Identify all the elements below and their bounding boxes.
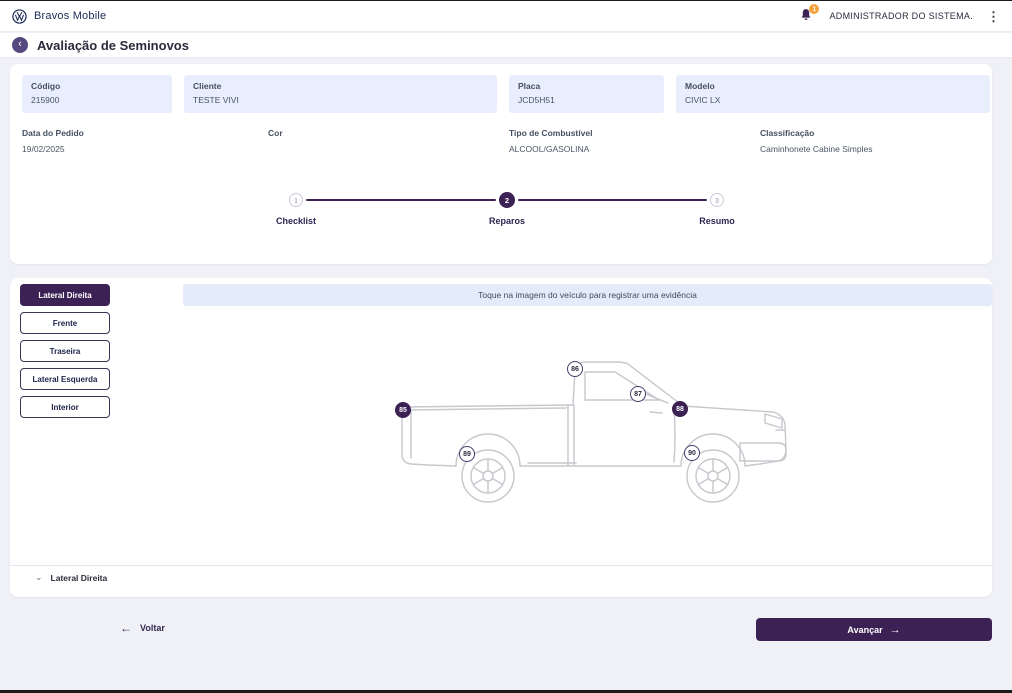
brand: Bravos Mobile <box>12 8 107 24</box>
back-circle-button[interactable]: ‹ <box>12 37 28 53</box>
step-2-label: Reparos <box>488 216 526 226</box>
view-button-traseira[interactable]: Traseira <box>20 340 110 362</box>
brand-name: Bravos Mobile <box>34 10 107 22</box>
avancar-label: Avançar <box>847 624 883 635</box>
view-button-frente[interactable]: Frente <box>20 312 110 334</box>
arrow-right-icon: → <box>889 623 901 636</box>
step-2-circle[interactable]: 2 <box>499 192 515 208</box>
field-label: Tipo de Combustível <box>509 128 593 138</box>
stepper-line-2 <box>518 199 707 201</box>
chevron-down-icon: ⌄ <box>35 572 43 582</box>
field-label: Cor <box>268 128 283 138</box>
subheader: ‹ Avaliação de Seminovos <box>0 33 1012 58</box>
field-label: Cliente <box>193 81 222 91</box>
user-name: ADMINISTRADOR DO SISTEMA. <box>829 11 973 21</box>
vw-logo-icon <box>12 8 27 24</box>
notification-badge: 1 <box>809 4 820 14</box>
accordion-label: Lateral Direita <box>50 572 108 583</box>
field-label: Código <box>31 81 61 91</box>
evidence-marker-90[interactable]: 90 <box>684 445 700 461</box>
voltar-link[interactable]: ← Voltar <box>120 621 165 635</box>
app-header: Bravos Mobile 1 ADMINISTRADOR DO SISTEMA… <box>0 1 1012 32</box>
chevron-left-icon: ‹ <box>18 38 22 50</box>
field-label: Classificação <box>760 128 815 138</box>
field-tipo-combustivel: Tipo de Combustível ALCOOL/GASOLINA <box>509 128 592 154</box>
step-1-label: Checklist <box>275 216 317 226</box>
field-value: CIVIC LX <box>685 95 721 105</box>
field-placa: Placa JCD5H51 <box>509 75 664 113</box>
notifications-button[interactable]: 1 <box>799 4 820 24</box>
evidence-marker-85[interactable]: 85 <box>395 402 411 418</box>
evidence-marker-89[interactable]: 89 <box>459 446 475 462</box>
field-label: Placa <box>518 81 541 91</box>
kebab-menu-icon[interactable]: ⋮ <box>987 10 1000 23</box>
field-value: ALCOOL/GASOLINA <box>509 144 590 154</box>
field-cor: Cor <box>268 128 283 144</box>
field-modelo: Modelo CIVIC LX <box>676 75 990 113</box>
view-button-interior[interactable]: Interior <box>20 396 110 418</box>
evidence-marker-87[interactable]: 87 <box>630 386 646 402</box>
stepper: 1 2 3 Checklist Reparos Resumo <box>10 190 992 244</box>
voltar-label: Voltar <box>140 623 165 633</box>
field-value: Caminhonete Cabine Simples <box>760 144 873 154</box>
view-button-lateral-esquerda[interactable]: Lateral Esquerda <box>20 368 110 390</box>
page-title: Avaliação de Seminovos <box>37 37 189 53</box>
field-label: Modelo <box>685 81 715 91</box>
field-codigo: Código 215900 <box>22 75 172 113</box>
field-data-do-pedido: Data do Pedido 19/02/2025 <box>22 128 84 154</box>
header-right: 1 ADMINISTRADOR DO SISTEMA. ⋮ <box>799 4 1000 24</box>
field-classificacao: Classificação Caminhonete Cabine Simples <box>760 128 872 154</box>
avancar-button[interactable]: Avançar → <box>756 618 992 641</box>
view-button-lateral-direita[interactable]: Lateral Direita <box>20 284 110 306</box>
field-value: 19/02/2025 <box>22 144 65 154</box>
app-window: Bravos Mobile 1 ADMINISTRADOR DO SISTEMA… <box>0 0 1012 693</box>
field-label: Data do Pedido <box>22 128 84 138</box>
step-3-label: Resumo <box>699 216 735 226</box>
step-1-circle[interactable]: 1 <box>289 193 303 207</box>
field-value: JCD5H51 <box>518 95 555 105</box>
field-value: TESTE VIVI <box>193 95 239 105</box>
repairs-card: Lateral Direita Frente Traseira Lateral … <box>10 278 992 597</box>
evidence-marker-88[interactable]: 88 <box>672 401 688 417</box>
stepper-line-1 <box>306 199 496 201</box>
step-3-circle[interactable]: 3 <box>710 193 724 207</box>
vehicle-info-card: Código 215900 Cliente TESTE VIVI Placa J… <box>10 64 992 264</box>
accordion-lateral-direita[interactable]: ⌄ Lateral Direita <box>10 565 992 589</box>
vehicle-image-tap-zone[interactable]: 85 86 87 88 89 90 <box>388 350 798 510</box>
hint-banner: Toque na imagem do veículo para registra… <box>183 284 992 306</box>
field-cliente: Cliente TESTE VIVI <box>184 75 497 113</box>
truck-illustration <box>401 361 787 503</box>
field-value: 215900 <box>31 95 60 105</box>
evidence-marker-86[interactable]: 86 <box>567 361 583 377</box>
arrow-left-icon: ← <box>120 621 132 635</box>
